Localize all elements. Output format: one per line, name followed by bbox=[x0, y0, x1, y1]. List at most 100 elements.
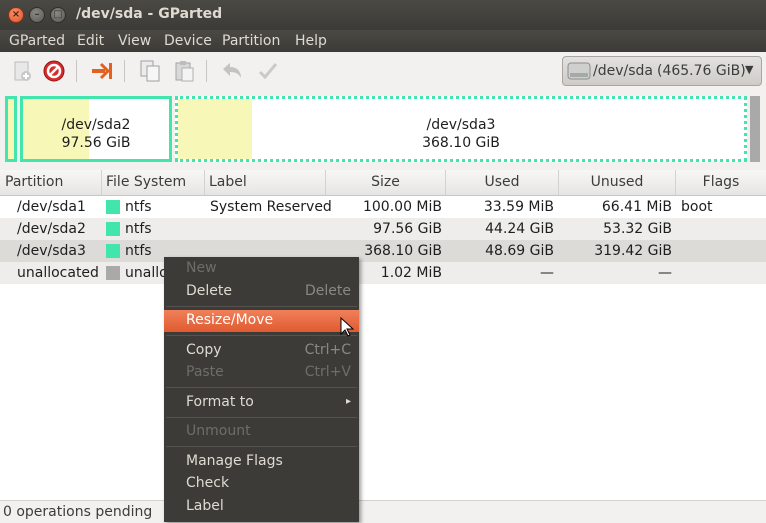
cell-used: — bbox=[540, 265, 554, 281]
partition-block-sda3[interactable]: /dev/sda3 368.10 GiB bbox=[175, 96, 747, 162]
menu-item-paste[interactable]: Paste Ctrl+V bbox=[164, 362, 359, 384]
cell-filesystem: ntfs bbox=[125, 221, 152, 237]
table-row[interactable]: /dev/sda2 ntfs 97.56 GiB 44.24 GiB 53.32… bbox=[0, 218, 766, 240]
minimize-window-button[interactable]: – bbox=[29, 7, 45, 23]
menu-item-unmount[interactable]: Unmount bbox=[164, 421, 359, 443]
partition-block-sda2[interactable]: /dev/sda2 97.56 GiB bbox=[20, 96, 172, 162]
undo-icon[interactable] bbox=[220, 59, 244, 83]
cell-size: 97.56 GiB bbox=[373, 221, 442, 237]
partition-block-name: /dev/sda2 bbox=[61, 117, 131, 133]
menu-item-label: Resize/Move bbox=[186, 312, 274, 328]
menu-separator bbox=[166, 417, 357, 418]
apply-resize-icon[interactable] bbox=[90, 59, 114, 83]
copy-icon[interactable] bbox=[138, 59, 162, 83]
menu-bar: GParted Edit View Device Partition Help bbox=[0, 30, 766, 52]
close-window-button[interactable]: × bbox=[8, 7, 24, 23]
filesystem-color-swatch bbox=[106, 266, 120, 280]
minimize-icon: – bbox=[34, 9, 40, 20]
column-used[interactable]: Used bbox=[446, 170, 559, 195]
menu-gparted[interactable]: GParted bbox=[9, 33, 65, 49]
cell-partition: /dev/sda1 bbox=[17, 199, 86, 215]
menu-separator bbox=[166, 306, 357, 307]
column-unused[interactable]: Unused bbox=[559, 170, 676, 195]
device-selector[interactable]: /dev/sda (465.76 GiB) ▼ bbox=[562, 56, 762, 86]
menu-item-shortcut: Ctrl+V bbox=[304, 364, 351, 380]
cell-used: 48.69 GiB bbox=[485, 243, 554, 259]
column-file-system[interactable]: File System bbox=[102, 170, 205, 195]
column-label[interactable]: Label bbox=[205, 170, 326, 195]
submenu-arrow-icon: ▸ bbox=[345, 396, 351, 407]
cell-used: 44.24 GiB bbox=[485, 221, 554, 237]
menu-device[interactable]: Device bbox=[164, 33, 212, 49]
menu-item-label: Format to bbox=[186, 394, 254, 410]
menu-item-shortcut: Ctrl+C bbox=[304, 342, 351, 358]
partition-block-name: /dev/sda3 bbox=[426, 117, 496, 133]
menu-help[interactable]: Help bbox=[295, 33, 327, 49]
filesystem-color-swatch bbox=[106, 244, 120, 258]
partition-block-size: 368.10 GiB bbox=[422, 135, 500, 151]
delete-icon[interactable] bbox=[42, 59, 66, 83]
menu-item-delete[interactable]: Delete Delete bbox=[164, 281, 359, 303]
cell-unused: — bbox=[658, 265, 672, 281]
menu-item-label: New bbox=[186, 260, 217, 276]
new-partition-icon[interactable] bbox=[10, 59, 34, 83]
cell-partition: /dev/sda2 bbox=[17, 221, 86, 237]
cell-partition: /dev/sda3 bbox=[17, 243, 86, 259]
cell-filesystem: unallo bbox=[125, 265, 168, 281]
menu-item-format-to[interactable]: Format to ▸ bbox=[164, 392, 359, 414]
menu-partition[interactable]: Partition bbox=[222, 33, 280, 49]
menu-separator bbox=[166, 335, 357, 336]
partition-block-unallocated[interactable] bbox=[750, 96, 760, 162]
toolbar-separator bbox=[76, 60, 77, 82]
cell-size: 100.00 MiB bbox=[362, 199, 442, 215]
menu-item-new[interactable]: New bbox=[164, 258, 359, 280]
table-header: Partition File System Label Size Used Un… bbox=[0, 170, 766, 196]
partition-map: /dev/sda2 97.56 GiB /dev/sda3 368.10 GiB bbox=[0, 92, 766, 168]
table-row[interactable]: /dev/sda1 ntfs System Reserved 100.00 Mi… bbox=[0, 196, 766, 218]
menu-item-copy[interactable]: Copy Ctrl+C bbox=[164, 340, 359, 362]
cell-filesystem: ntfs bbox=[125, 243, 152, 259]
column-partition[interactable]: Partition bbox=[0, 170, 102, 195]
menu-item-manage-flags[interactable]: Manage Flags bbox=[164, 451, 359, 473]
filesystem-color-swatch bbox=[106, 222, 120, 236]
table-row[interactable]: /dev/sda3 ntfs 368.10 GiB 48.69 GiB 319.… bbox=[0, 240, 766, 262]
title-bar: × – □ /dev/sda - GParted bbox=[0, 0, 766, 30]
menu-item-check[interactable]: Check bbox=[164, 473, 359, 495]
menu-separator bbox=[166, 387, 357, 388]
menu-item-label-partition[interactable]: Label bbox=[164, 496, 359, 518]
paste-icon[interactable] bbox=[172, 59, 196, 83]
maximize-window-button[interactable]: □ bbox=[50, 7, 66, 23]
close-icon: × bbox=[11, 9, 21, 20]
cell-used: 33.59 MiB bbox=[483, 199, 554, 215]
mouse-cursor-icon bbox=[340, 316, 355, 337]
window-title: /dev/sda - GParted bbox=[76, 6, 223, 22]
cell-filesystem: ntfs bbox=[125, 199, 152, 215]
toolbar-separator bbox=[206, 60, 207, 82]
column-flags[interactable]: Flags bbox=[676, 170, 766, 195]
menu-item-label: Copy bbox=[186, 342, 222, 358]
menu-item-label: Unmount bbox=[186, 423, 251, 439]
device-size: (465.76 GiB) bbox=[657, 63, 746, 79]
partition-block-sda1[interactable] bbox=[5, 96, 17, 162]
menu-separator bbox=[166, 446, 357, 447]
toolbar-separator bbox=[124, 60, 125, 82]
menu-edit[interactable]: Edit bbox=[77, 33, 104, 49]
partition-table: Partition File System Label Size Used Un… bbox=[0, 170, 766, 500]
menu-item-resize-move[interactable]: Resize/Move bbox=[164, 310, 359, 332]
partition-block-size: 97.56 GiB bbox=[61, 135, 131, 151]
status-text: 0 operations pending bbox=[3, 504, 153, 520]
cell-flags: boot bbox=[681, 199, 713, 215]
chevron-down-icon: ▼ bbox=[745, 63, 754, 76]
column-size[interactable]: Size bbox=[326, 170, 446, 195]
menu-item-label: Manage Flags bbox=[186, 453, 283, 469]
cell-unused: 53.32 GiB bbox=[603, 221, 672, 237]
menu-item-shortcut: Delete bbox=[305, 283, 351, 299]
menu-view[interactable]: View bbox=[118, 33, 151, 49]
menu-item-label: Delete bbox=[186, 283, 232, 299]
cell-partition: unallocated bbox=[17, 265, 99, 281]
cell-unused: 66.41 MiB bbox=[601, 199, 672, 215]
filesystem-color-swatch bbox=[106, 200, 120, 214]
apply-icon[interactable] bbox=[256, 59, 280, 83]
device-name: /dev/sda bbox=[593, 63, 653, 79]
table-row[interactable]: unallocated unallo 1.02 MiB — — bbox=[0, 262, 766, 284]
